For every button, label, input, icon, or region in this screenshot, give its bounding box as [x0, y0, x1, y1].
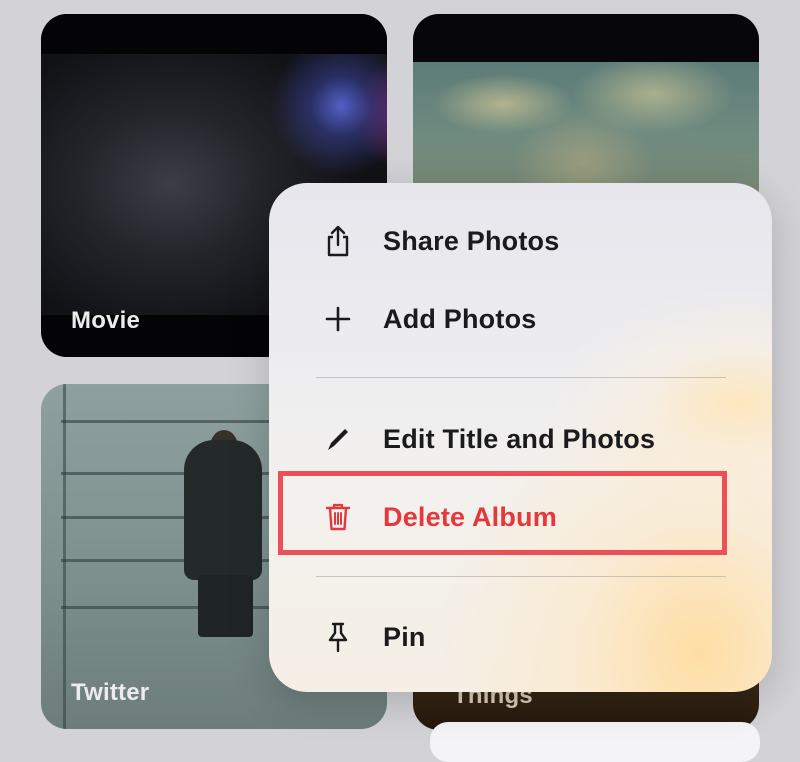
photo-person-legs	[198, 575, 253, 637]
menu-item-pin[interactable]: Pin	[269, 607, 772, 667]
album-tile-partial	[430, 722, 760, 762]
menu-item-label: Edit Title and Photos	[383, 423, 656, 454]
menu-item-label: Pin	[383, 621, 426, 652]
photo-person-body	[184, 440, 262, 580]
menu-item-label: Add Photos	[383, 303, 537, 334]
album-title: Twitter	[71, 679, 150, 706]
share-icon	[321, 224, 355, 258]
menu-item-edit-title[interactable]: Edit Title and Photos	[269, 409, 772, 469]
context-menu: Share Photos Add Photos Edit Title and P…	[269, 183, 772, 692]
menu-item-label: Share Photos	[383, 225, 560, 256]
menu-separator	[316, 576, 726, 577]
pencil-icon	[321, 422, 355, 456]
menu-item-add-photos[interactable]: Add Photos	[269, 289, 772, 349]
pin-icon	[321, 620, 355, 654]
menu-separator	[316, 377, 726, 378]
wall-post	[63, 384, 66, 729]
letterbox-top	[41, 14, 387, 54]
plus-icon	[321, 302, 355, 336]
highlight-box	[278, 471, 727, 555]
album-title: Movie	[71, 307, 141, 334]
letterbox-top	[413, 14, 759, 62]
menu-item-share-photos[interactable]: Share Photos	[269, 211, 772, 271]
